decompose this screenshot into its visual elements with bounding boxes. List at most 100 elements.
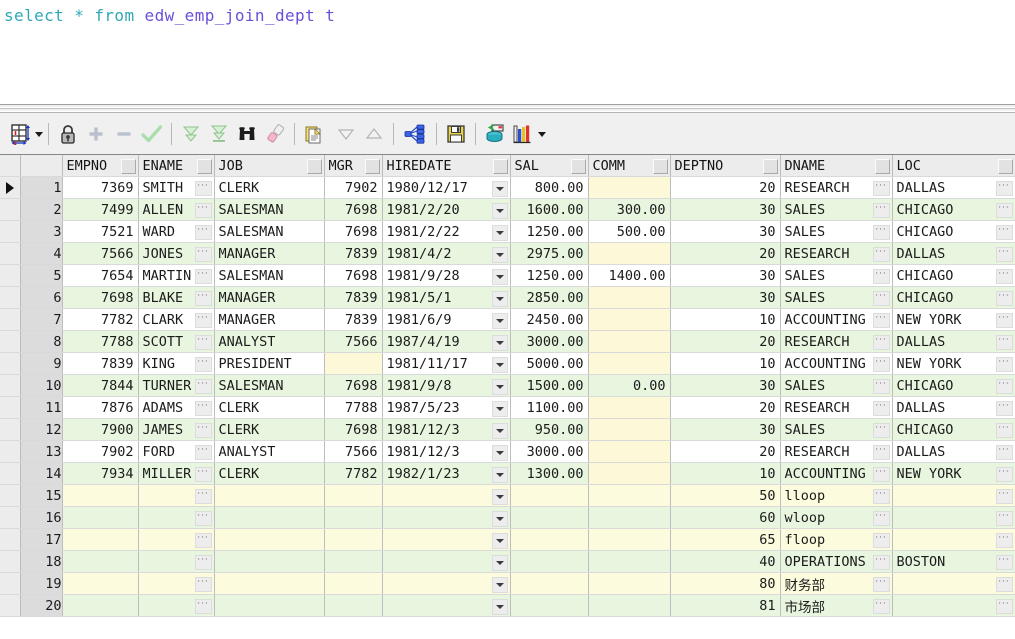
date-picker-dropdown-icon[interactable] [491, 291, 508, 307]
cell-job[interactable] [214, 594, 325, 617]
cell-loc[interactable]: BOSTON ··· [892, 550, 1015, 573]
cell-editor-ellipsis-button[interactable]: ··· [872, 511, 890, 526]
cell-mgr[interactable]: 7902 [324, 176, 383, 199]
row-indicator-cell[interactable] [0, 528, 21, 551]
cell-ename[interactable]: ··· [138, 572, 215, 595]
cell-sal[interactable]: 1250.00 [510, 220, 589, 243]
cell-comm[interactable] [588, 462, 671, 485]
cell-deptno[interactable]: 10 [670, 352, 781, 375]
cell-job[interactable] [214, 572, 325, 595]
cell-editor-ellipsis-button[interactable]: ··· [194, 357, 212, 372]
cell-hiredate[interactable]: 1981/11/17 [382, 352, 511, 375]
cell-dname[interactable]: ACCOUNTING ··· [780, 308, 893, 331]
cell-editor-ellipsis-button[interactable]: ··· [194, 313, 212, 328]
date-picker-dropdown-icon[interactable] [491, 401, 508, 417]
cell-hiredate[interactable] [382, 506, 511, 529]
cell-ename[interactable]: FORD ··· [138, 440, 215, 463]
cell-sal[interactable] [510, 550, 589, 573]
cell-hiredate[interactable]: 1981/12/3 [382, 418, 511, 441]
cell-comm[interactable] [588, 286, 671, 309]
cell-loc[interactable]: DALLAS ··· [892, 440, 1015, 463]
cell-comm[interactable] [588, 418, 671, 441]
cell-editor-ellipsis-button[interactable]: ··· [194, 379, 212, 394]
cell-deptno[interactable]: 50 [670, 484, 781, 507]
row-number-cell[interactable]: 10 [20, 374, 63, 397]
cell-editor-ellipsis-button[interactable]: ··· [872, 423, 890, 438]
sort-descending-button[interactable] [333, 121, 359, 147]
column-resize-handle[interactable] [120, 159, 136, 174]
cell-job[interactable]: SALESMAN [214, 220, 325, 243]
cell-job[interactable]: CLERK [214, 418, 325, 441]
cell-ename[interactable]: JONES ··· [138, 242, 215, 265]
cell-hiredate[interactable]: 1981/6/9 [382, 308, 511, 331]
cell-hiredate[interactable]: 1981/4/2 [382, 242, 511, 265]
cell-job[interactable] [214, 528, 325, 551]
cell-deptno[interactable]: 20 [670, 176, 781, 199]
export-data-button[interactable] [482, 121, 508, 147]
date-picker-dropdown-icon[interactable] [491, 247, 508, 263]
table-row[interactable]: 8 7788 SCOTT ··· ANALYST 7566 1987/4/19 3000.00… [0, 330, 1015, 353]
table-row[interactable]: 2 7499 ALLEN ··· SALESMAN 7698 1981/2/20 1600.0… [0, 198, 1015, 221]
cell-comm[interactable] [588, 176, 671, 199]
cell-empno[interactable]: 7654 [62, 264, 139, 287]
cell-hiredate[interactable]: 1981/5/1 [382, 286, 511, 309]
cell-editor-ellipsis-button[interactable]: ··· [872, 291, 890, 306]
copy-to-clipboard-button[interactable] [301, 121, 331, 147]
row-number-cell[interactable]: 17 [20, 528, 63, 551]
cell-mgr[interactable]: 7698 [324, 418, 383, 441]
cell-editor-ellipsis-button[interactable]: ··· [194, 247, 212, 262]
cell-editor-ellipsis-button[interactable]: ··· [995, 203, 1013, 218]
row-number-cell[interactable]: 13 [20, 440, 63, 463]
table-row[interactable]: 10 7844 TURNER ··· SALESMAN 7698 1981/9/8 1500.… [0, 374, 1015, 397]
column-resize-handle[interactable] [570, 159, 586, 174]
row-number-cell[interactable]: 14 [20, 462, 63, 485]
cell-job[interactable] [214, 506, 325, 529]
cell-editor-ellipsis-button[interactable]: ··· [995, 489, 1013, 504]
cell-editor-ellipsis-button[interactable]: ··· [995, 269, 1013, 284]
cell-dname[interactable]: ACCOUNTING ··· [780, 352, 893, 375]
cell-deptno[interactable]: 81 [670, 594, 781, 617]
cell-editor-ellipsis-button[interactable]: ··· [995, 225, 1013, 240]
cell-sal[interactable]: 5000.00 [510, 352, 589, 375]
column-resize-handle[interactable] [762, 159, 778, 174]
cell-mgr[interactable]: 7698 [324, 374, 383, 397]
cell-hiredate[interactable]: 1987/5/23 [382, 396, 511, 419]
cell-job[interactable]: CLERK [214, 396, 325, 419]
date-picker-dropdown-icon[interactable] [491, 225, 508, 241]
cell-empno[interactable] [62, 506, 139, 529]
cell-ename[interactable]: MILLER ··· [138, 462, 215, 485]
cell-mgr[interactable]: 7788 [324, 396, 383, 419]
row-indicator-cell[interactable] [0, 374, 21, 397]
cell-empno[interactable]: 7521 [62, 220, 139, 243]
date-picker-dropdown-icon[interactable] [491, 203, 508, 219]
cell-editor-ellipsis-button[interactable]: ··· [995, 247, 1013, 262]
cell-sal[interactable] [510, 528, 589, 551]
date-picker-dropdown-icon[interactable] [491, 555, 508, 571]
table-row[interactable]: 17 ··· 65 floop ··· ··· [0, 528, 1015, 551]
column-resize-handle[interactable] [492, 159, 508, 174]
table-row[interactable]: 13 7902 FORD ··· ANALYST 7566 1981/12/3 3000.00… [0, 440, 1015, 463]
cell-deptno[interactable]: 20 [670, 440, 781, 463]
cell-job[interactable]: SALESMAN [214, 374, 325, 397]
table-row[interactable]: 12 7900 JAMES ··· CLERK 7698 1981/12/3 950.00 30… [0, 418, 1015, 441]
date-picker-dropdown-icon[interactable] [491, 511, 508, 527]
cell-editor-ellipsis-button[interactable]: ··· [995, 291, 1013, 306]
row-indicator-cell[interactable] [0, 242, 21, 265]
cell-job[interactable] [214, 550, 325, 573]
cell-deptno[interactable]: 20 [670, 396, 781, 419]
cell-comm[interactable] [588, 440, 671, 463]
date-picker-dropdown-icon[interactable] [491, 181, 508, 197]
cell-loc[interactable]: DALLAS ··· [892, 242, 1015, 265]
column-header-hiredate[interactable]: HIREDATE [382, 155, 511, 177]
cell-empno[interactable]: 7844 [62, 374, 139, 397]
cell-editor-ellipsis-button[interactable]: ··· [995, 467, 1013, 482]
cell-dname[interactable]: OPERATIONS ··· [780, 550, 893, 573]
cell-ename[interactable]: ··· [138, 506, 215, 529]
cell-editor-ellipsis-button[interactable]: ··· [194, 401, 212, 416]
row-indicator-cell[interactable] [0, 440, 21, 463]
cell-ename[interactable]: SCOTT ··· [138, 330, 215, 353]
row-indicator-cell[interactable] [0, 484, 21, 507]
cell-job[interactable]: CLERK [214, 176, 325, 199]
cell-ename[interactable]: WARD ··· [138, 220, 215, 243]
date-picker-dropdown-icon[interactable] [491, 599, 508, 615]
